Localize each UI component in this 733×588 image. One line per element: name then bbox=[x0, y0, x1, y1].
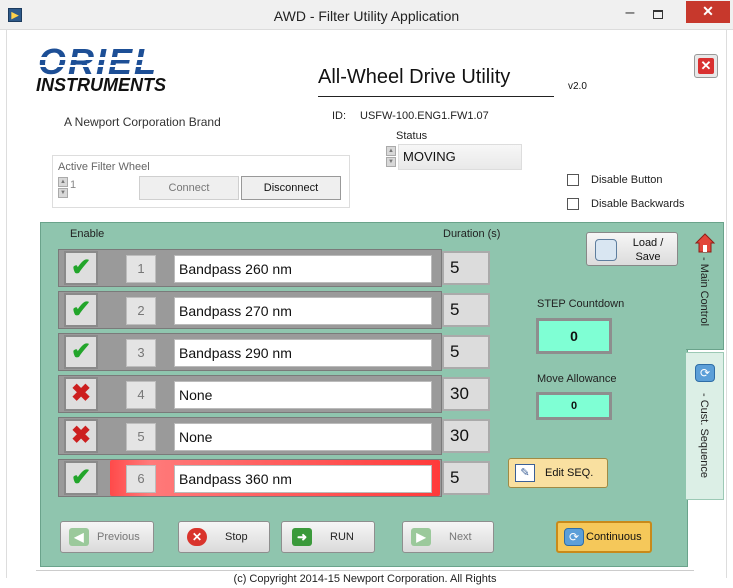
arrow-right-icon: ▶ bbox=[411, 528, 431, 546]
duration-field[interactable]: 5 bbox=[442, 335, 490, 369]
cross-icon: ✖ bbox=[70, 380, 92, 407]
edit-icon: ✎ bbox=[515, 464, 535, 482]
slot-number: 1 bbox=[126, 255, 156, 283]
load-save-icon bbox=[595, 239, 617, 261]
arrow-left-icon: ◀ bbox=[69, 528, 89, 546]
step-countdown-label: STEP Countdown bbox=[537, 298, 625, 310]
logo-sub: INSTRUMENTS bbox=[36, 75, 166, 92]
id-value: USFW-100.ENG1.FW1.07 bbox=[360, 110, 489, 122]
filter-name-field[interactable]: None bbox=[174, 381, 432, 409]
duration-field[interactable]: 5 bbox=[442, 293, 490, 327]
slot-number: 6 bbox=[126, 465, 156, 493]
maximize-button[interactable] bbox=[646, 4, 670, 26]
step-countdown-value: 0 bbox=[536, 318, 612, 354]
move-allowance-value: 0 bbox=[536, 392, 612, 420]
duration-field[interactable]: 30 bbox=[442, 419, 490, 453]
run-button[interactable]: ➜ RUN bbox=[281, 521, 375, 553]
previous-button[interactable]: ◀ Previous bbox=[60, 521, 154, 553]
slot-number: 4 bbox=[126, 381, 156, 409]
previous-label: Previous bbox=[97, 531, 140, 543]
edit-seq-button[interactable]: ✎ Edit SEQ. bbox=[508, 458, 608, 488]
status-spinner[interactable]: ▲ ▼ bbox=[386, 146, 396, 168]
oriel-logo: ORIEL INSTRUMENTS bbox=[36, 46, 211, 92]
app-version: v2.0 bbox=[568, 81, 587, 92]
filter-name-field[interactable]: Bandpass 290 nm bbox=[174, 339, 432, 367]
filter-name-field[interactable]: Bandpass 270 nm bbox=[174, 297, 432, 325]
panel-close-button[interactable]: ✕ bbox=[694, 54, 718, 78]
next-button[interactable]: ▶ Next bbox=[402, 521, 494, 553]
check-icon: ✔ bbox=[70, 464, 92, 491]
cross-icon: ✖ bbox=[70, 422, 92, 449]
load-save-button[interactable]: Load / Save bbox=[586, 232, 678, 266]
id-label: ID: bbox=[332, 110, 347, 122]
disable-backwards-label: Disable Backwards bbox=[591, 198, 685, 210]
duration-column-header: Duration (s) bbox=[443, 228, 501, 240]
duration-field[interactable]: 30 bbox=[442, 377, 490, 411]
enable-toggle[interactable]: ✔ bbox=[64, 335, 98, 369]
close-icon: ✕ bbox=[698, 58, 714, 74]
active-filter-wheel-value[interactable]: 1 bbox=[70, 179, 76, 191]
duration-field[interactable]: 5 bbox=[442, 251, 490, 285]
load-save-label: Load / Save bbox=[623, 236, 673, 264]
disconnect-button[interactable]: Disconnect bbox=[241, 176, 341, 200]
title-bar: ▶ AWD - Filter Utility Application – ✕ bbox=[0, 0, 733, 30]
stop-icon: ✕ bbox=[187, 528, 207, 546]
load-label: Load / bbox=[632, 237, 664, 249]
title-underline bbox=[318, 96, 554, 97]
continuous-button[interactable]: ⟳ Continuous bbox=[556, 521, 652, 553]
spin-up-icon[interactable]: ▲ bbox=[58, 177, 68, 187]
next-label: Next bbox=[449, 531, 472, 543]
continuous-label: Continuous bbox=[586, 531, 642, 543]
filter-name-field[interactable]: Bandpass 260 nm bbox=[174, 255, 432, 283]
spin-down-icon[interactable]: ▼ bbox=[58, 188, 68, 198]
check-icon: ✔ bbox=[70, 296, 92, 323]
minimize-button[interactable]: – bbox=[618, 4, 642, 26]
tab-cust-sequence-label: - Cust. Sequence bbox=[698, 393, 710, 478]
enable-toggle[interactable]: ✔ bbox=[64, 293, 98, 327]
tab-main-control-label: - Main Control bbox=[698, 257, 710, 327]
active-filter-wheel-label: Active Filter Wheel bbox=[58, 161, 150, 173]
slot-number: 3 bbox=[126, 339, 156, 367]
frame-edge-left bbox=[6, 30, 7, 578]
frame-edge-right bbox=[726, 30, 727, 578]
close-window-button[interactable]: ✕ bbox=[686, 1, 730, 23]
maximize-icon bbox=[653, 10, 663, 19]
move-allowance-label: Move Allowance bbox=[537, 373, 617, 385]
status-field: MOVING bbox=[398, 144, 522, 170]
continuous-icon: ⟳ bbox=[564, 528, 584, 546]
stop-button[interactable]: ✕ Stop bbox=[178, 521, 270, 553]
spin-down-icon[interactable]: ▼ bbox=[386, 157, 396, 167]
connect-button[interactable]: Connect bbox=[139, 176, 239, 200]
save-label: Save bbox=[635, 251, 661, 263]
duration-field[interactable]: 5 bbox=[442, 461, 490, 495]
slot-number: 2 bbox=[126, 297, 156, 325]
home-icon bbox=[694, 233, 716, 253]
status-label: Status bbox=[396, 130, 428, 142]
sequence-icon: ⟳ bbox=[695, 364, 715, 382]
brand-tagline: A Newport Corporation Brand bbox=[64, 115, 221, 129]
disable-backwards-checkbox[interactable] bbox=[567, 198, 579, 210]
enable-toggle[interactable]: ✔ bbox=[64, 461, 98, 495]
slot-number: 5 bbox=[126, 423, 156, 451]
copyright-footer: (c) Copyright 2014-15 Newport Corporatio… bbox=[36, 570, 694, 588]
filter-wheel-spinner[interactable]: ▲ ▼ bbox=[58, 177, 68, 199]
spin-up-icon[interactable]: ▲ bbox=[386, 146, 396, 156]
enable-column-header: Enable bbox=[70, 228, 105, 240]
enable-toggle[interactable]: ✖ bbox=[64, 419, 98, 453]
filter-name-field[interactable]: Bandpass 360 nm bbox=[174, 465, 432, 493]
check-icon: ✔ bbox=[70, 338, 92, 365]
check-icon: ✔ bbox=[70, 254, 92, 281]
disable-button-checkbox[interactable] bbox=[567, 174, 579, 186]
disable-button-label: Disable Button bbox=[591, 174, 663, 186]
run-arrow-icon: ➜ bbox=[292, 528, 312, 546]
enable-toggle[interactable]: ✔ bbox=[64, 251, 98, 285]
app-title: All-Wheel Drive Utility bbox=[318, 66, 511, 88]
enable-toggle[interactable]: ✖ bbox=[64, 377, 98, 411]
stop-label: Stop bbox=[225, 531, 248, 543]
edit-seq-label: Edit SEQ. bbox=[545, 467, 594, 479]
run-label: RUN bbox=[330, 531, 354, 543]
filter-name-field[interactable]: None bbox=[174, 423, 432, 451]
